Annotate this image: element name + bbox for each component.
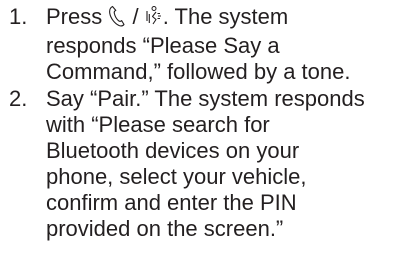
step-text: Say “Pair.” The system responds with “Pl… [46,86,409,242]
step-line: Bluetooth devices on your [46,138,300,163]
step-line: with “Please search for [46,112,270,137]
step-text: Press / . The system responds “Please Sa… [46,4,409,85]
step-line: provided on the screen.” [46,216,284,241]
step-number: 1. [9,4,28,29]
step-line: phone, select your vehicle, [46,164,307,189]
step-line: confirm and enter the PIN [46,190,297,215]
step-line: responds “Please Say a [46,33,280,58]
icon-separator: / [126,4,145,29]
step-line: Command,” followed by a tone. [46,59,351,84]
after-icons-text: . The system [162,4,289,29]
instruction-list: 1. Press / . The system responds “Please… [0,0,416,256]
voice-command-icon [145,5,163,33]
step-line: Say “Pair.” The system responds [46,86,365,111]
step-1: 1. Press / . The system responds “Please… [9,4,409,85]
press-text: Press [46,4,109,29]
step-line: Press / . The system [46,4,409,33]
step-number: 2. [9,86,28,111]
phone-handset-icon [108,5,126,33]
step-2: 2. Say “Pair.” The system responds with … [9,86,409,242]
